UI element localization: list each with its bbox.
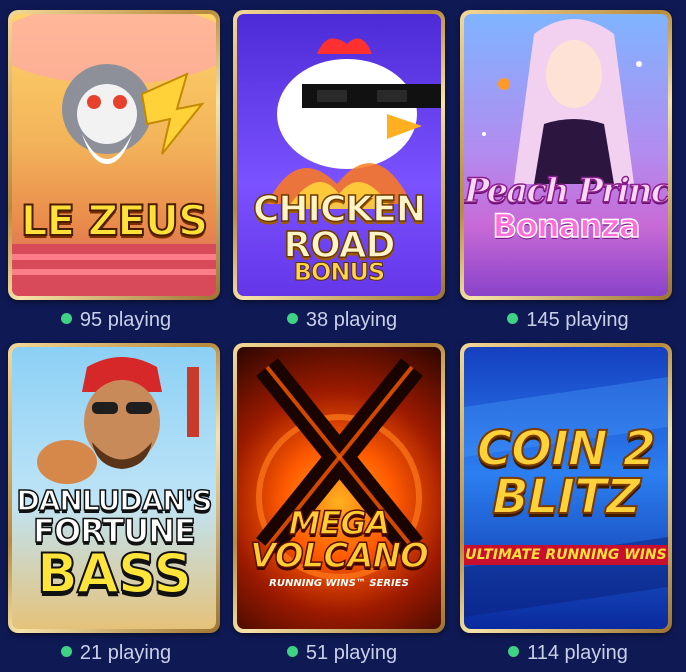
game-tile-peach-princess-bonanza[interactable]: Peach Princess Bonanza xyxy=(460,10,672,300)
game-title: LE ZEUS xyxy=(20,196,210,245)
player-count: 21 playing xyxy=(6,641,226,665)
game-subtitle: BONUS xyxy=(293,258,386,286)
game-thumbnail: COIN 2 BLITZ ULTIMATE RUNNING WINS xyxy=(464,347,668,629)
game-title: COIN 2 BLITZ xyxy=(476,421,657,525)
game-thumbnail: MEGA VOLCANO RUNNING WINS™ SERIES xyxy=(237,347,441,629)
game-thumbnail: LE ZEUS xyxy=(12,14,216,296)
game-thumbnail: DANLUDAN'S FORTUNE BASS xyxy=(12,347,216,629)
game-subtitle: BASS xyxy=(36,542,193,605)
online-dot-icon xyxy=(286,313,298,324)
player-count: 38 playing xyxy=(232,308,452,332)
game-subtitle: Bonanza xyxy=(492,207,641,245)
online-dot-icon xyxy=(508,646,520,657)
game-title: MEGA VOLCANO xyxy=(249,504,429,576)
game-subtitle: ULTIMATE RUNNING WINS xyxy=(464,545,668,565)
game-tile-chicken-road-bonus[interactable]: CHICKEN ROAD BONUS xyxy=(233,10,445,300)
zeus-character-icon xyxy=(12,14,216,296)
game-tile-mega-volcano[interactable]: MEGA VOLCANO RUNNING WINS™ SERIES xyxy=(233,343,445,633)
player-count: 95 playing xyxy=(6,308,226,332)
game-tile-danludans-fortune-bass[interactable]: DANLUDAN'S FORTUNE BASS xyxy=(8,343,220,633)
online-dot-icon xyxy=(60,313,72,324)
online-dot-icon xyxy=(60,646,72,657)
game-thumbnail: Peach Princess Bonanza xyxy=(464,14,668,296)
game-title: Peach Princess xyxy=(464,171,668,211)
game-tile-coin-blitz-2[interactable]: COIN 2 BLITZ ULTIMATE RUNNING WINS xyxy=(460,343,672,633)
game-thumbnail: CHICKEN ROAD BONUS xyxy=(237,14,441,296)
online-dot-icon xyxy=(507,313,519,324)
game-grid: LE ZEUS 95 playing CHICKEN ROAD BONUS 38… xyxy=(0,0,686,672)
player-count: 51 playing xyxy=(232,641,452,665)
princess-character-icon xyxy=(482,19,642,184)
game-subtitle: RUNNING WINS™ SERIES xyxy=(269,578,409,589)
player-count: 145 playing xyxy=(458,308,678,332)
online-dot-icon xyxy=(286,646,298,657)
game-tile-le-zeus[interactable]: LE ZEUS xyxy=(8,10,220,300)
game-title: CHICKEN ROAD xyxy=(252,189,426,266)
game-title: DANLUDAN'S FORTUNE xyxy=(16,484,214,550)
player-count: 114 playing xyxy=(458,641,678,665)
